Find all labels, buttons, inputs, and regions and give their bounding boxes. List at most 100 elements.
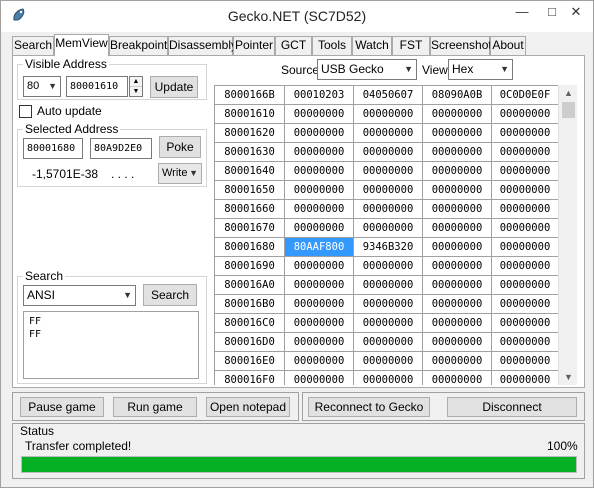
- scroll-down-icon[interactable]: ▼: [559, 369, 578, 385]
- memory-scrollbar[interactable]: ▲ ▼: [558, 85, 577, 385]
- memory-value-cell[interactable]: 00000000: [285, 124, 354, 143]
- memory-value-cell[interactable]: 00000000: [492, 181, 558, 200]
- memory-value-cell[interactable]: 00000000: [285, 257, 354, 276]
- search-button[interactable]: Search: [143, 284, 197, 306]
- memory-address-cell[interactable]: 80001620: [215, 124, 285, 143]
- visible-address-input[interactable]: 80001610: [66, 76, 128, 97]
- memory-value-cell[interactable]: 00000000: [285, 295, 354, 314]
- memory-value-cell[interactable]: 00000000: [285, 143, 354, 162]
- auto-update-checkbox[interactable]: [19, 105, 32, 118]
- pause-game-button[interactable]: Pause game: [20, 397, 104, 417]
- memory-value-cell[interactable]: 00000000: [354, 219, 423, 238]
- memory-value-cell[interactable]: 00000000: [423, 124, 492, 143]
- view-select[interactable]: Hex ▼: [448, 59, 513, 80]
- memory-value-cell[interactable]: 00000000: [423, 200, 492, 219]
- memory-value-cell[interactable]: 00000000: [492, 314, 558, 333]
- memory-value-cell[interactable]: 00000000: [492, 333, 558, 352]
- memory-value-cell[interactable]: 00000000: [354, 333, 423, 352]
- source-select[interactable]: USB Gecko ▼: [317, 59, 417, 80]
- memory-value-cell[interactable]: 00000000: [492, 105, 558, 124]
- memory-value-cell[interactable]: 00000000: [354, 124, 423, 143]
- write-mode-select[interactable]: Write ▼: [158, 163, 202, 184]
- memory-address-cell[interactable]: 80001650: [215, 181, 285, 200]
- tab-tools[interactable]: Tools: [312, 36, 352, 55]
- memory-value-cell[interactable]: 00000000: [285, 181, 354, 200]
- memory-value-cell[interactable]: 00000000: [285, 200, 354, 219]
- memory-value-cell[interactable]: 00000000: [354, 200, 423, 219]
- tab-watch[interactable]: Watch: [352, 36, 392, 55]
- search-textarea[interactable]: FF FF: [23, 311, 199, 379]
- memory-address-cell[interactable]: 800016F0: [215, 371, 285, 385]
- memory-address-cell[interactable]: 800016B0: [215, 295, 285, 314]
- memory-value-cell[interactable]: 00000000: [354, 276, 423, 295]
- memory-value-cell[interactable]: 00000000: [354, 314, 423, 333]
- open-notepad-button[interactable]: Open notepad: [206, 397, 290, 417]
- memory-value-cell[interactable]: 9346B320: [354, 238, 423, 257]
- run-game-button[interactable]: Run game: [113, 397, 197, 417]
- memory-value-cell[interactable]: 00000000: [354, 181, 423, 200]
- memory-value-cell[interactable]: 80AAF800: [285, 238, 354, 257]
- memory-address-cell[interactable]: 80001680: [215, 238, 285, 257]
- memory-value-cell[interactable]: 00000000: [354, 162, 423, 181]
- memory-value-cell[interactable]: 00000000: [492, 352, 558, 371]
- selected-address-input[interactable]: 80001680: [23, 138, 83, 159]
- memory-value-cell[interactable]: 00000000: [423, 257, 492, 276]
- memory-address-cell[interactable]: 80001670: [215, 219, 285, 238]
- memory-value-cell[interactable]: 00000000: [354, 352, 423, 371]
- poke-button[interactable]: Poke: [159, 136, 201, 158]
- memory-value-cell[interactable]: 00000000: [423, 238, 492, 257]
- memory-value-cell[interactable]: 00000000: [285, 219, 354, 238]
- tab-disassembly[interactable]: Disassembly: [168, 36, 237, 55]
- tab-search[interactable]: Search: [12, 36, 54, 55]
- memory-value-cell[interactable]: 00000000: [354, 295, 423, 314]
- memory-value-cell[interactable]: 00000000: [492, 257, 558, 276]
- tab-memview[interactable]: MemView: [54, 34, 109, 56]
- spin-up-icon[interactable]: ▲: [130, 77, 142, 87]
- tab-about[interactable]: About: [490, 36, 526, 55]
- tab-gct[interactable]: GCT: [275, 36, 312, 55]
- memory-grid[interactable]: 8000166B 00010203 04050607 08090A0B 0C0D0E0F…: [214, 85, 558, 385]
- memory-value-cell[interactable]: 00000000: [423, 371, 492, 385]
- memory-value-cell[interactable]: 00000000: [354, 143, 423, 162]
- memory-value-cell[interactable]: 00000000: [285, 352, 354, 371]
- memory-value-cell[interactable]: 00000000: [492, 200, 558, 219]
- tab-pointer[interactable]: Pointer: [233, 36, 275, 55]
- memory-value-cell[interactable]: 00000000: [492, 162, 558, 181]
- memory-address-cell[interactable]: 80001690: [215, 257, 285, 276]
- update-button[interactable]: Update: [150, 76, 198, 98]
- memory-address-cell[interactable]: 80001630: [215, 143, 285, 162]
- memory-value-cell[interactable]: 00000000: [354, 257, 423, 276]
- memory-value-cell[interactable]: 00000000: [285, 371, 354, 385]
- memory-value-cell[interactable]: 00000000: [423, 162, 492, 181]
- memory-address-cell[interactable]: 800016D0: [215, 333, 285, 352]
- memory-value-cell[interactable]: 00000000: [423, 295, 492, 314]
- memory-value-cell[interactable]: 00000000: [423, 219, 492, 238]
- memory-address-cell[interactable]: 80001660: [215, 200, 285, 219]
- selected-value-input[interactable]: 80A9D2E0: [90, 138, 152, 159]
- memory-address-cell[interactable]: 80001610: [215, 105, 285, 124]
- memory-address-cell[interactable]: 80001640: [215, 162, 285, 181]
- memory-value-cell[interactable]: 00000000: [492, 295, 558, 314]
- memory-value-cell[interactable]: 00000000: [285, 105, 354, 124]
- tab-breakpoint[interactable]: Breakpoint: [109, 36, 168, 55]
- search-type-select[interactable]: ANSI ▼: [23, 285, 136, 306]
- scroll-up-icon[interactable]: ▲: [559, 85, 578, 101]
- scroll-thumb[interactable]: [562, 102, 575, 118]
- close-button[interactable]: ✕: [561, 1, 591, 25]
- memory-value-cell[interactable]: 00000000: [423, 105, 492, 124]
- memory-value-cell[interactable]: 00000000: [492, 124, 558, 143]
- tab-screenshot[interactable]: Screenshot: [430, 36, 492, 55]
- memory-address-cell[interactable]: 800016C0: [215, 314, 285, 333]
- memory-value-cell[interactable]: 00000000: [285, 276, 354, 295]
- memory-value-cell[interactable]: 00000000: [423, 276, 492, 295]
- range-select[interactable]: 80 ▼: [23, 76, 61, 97]
- memory-value-cell[interactable]: 00000000: [423, 181, 492, 200]
- memory-value-cell[interactable]: 00000000: [354, 105, 423, 124]
- reconnect-button[interactable]: Reconnect to Gecko: [308, 397, 430, 417]
- memory-value-cell[interactable]: 00000000: [492, 371, 558, 385]
- minimize-button[interactable]: —: [507, 1, 537, 25]
- tab-fst[interactable]: FST: [392, 36, 430, 55]
- memory-value-cell[interactable]: 00000000: [423, 333, 492, 352]
- memory-value-cell[interactable]: 00000000: [354, 371, 423, 385]
- memory-value-cell[interactable]: 00000000: [423, 143, 492, 162]
